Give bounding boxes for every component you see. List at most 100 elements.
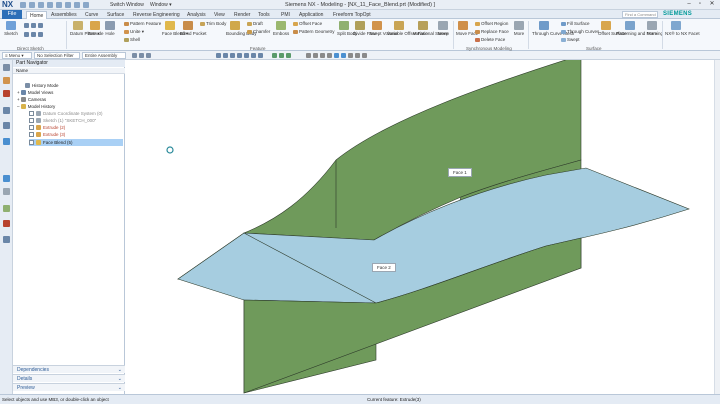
snap-center-icon[interactable] <box>230 53 235 58</box>
snap-point-on-curve-icon[interactable] <box>244 53 249 58</box>
face-rule-icon[interactable] <box>279 53 284 58</box>
zoom-icon[interactable] <box>313 53 318 58</box>
snap-midpoint-icon[interactable] <box>223 53 228 58</box>
offset-face-button[interactable]: Offset Face <box>293 21 322 26</box>
graphics-scrollbar[interactable] <box>714 60 720 394</box>
settings-icon[interactable] <box>3 64 10 71</box>
preview-panel-header[interactable]: Preview ⌄ <box>13 383 125 391</box>
nx-to-nx-facet-button[interactable]: NX® to NX Facet <box>665 21 700 36</box>
hole-button[interactable]: Hole <box>104 21 116 36</box>
select-all-icon[interactable] <box>132 53 137 58</box>
move-face-button[interactable]: Move Face <box>456 21 478 36</box>
tab-reverse-engineering[interactable]: Reverse Engineering <box>133 11 180 19</box>
tab-file[interactable]: File <box>2 10 22 19</box>
graphics-window[interactable]: Face 1 Face 2 <box>126 54 720 394</box>
draft-button[interactable]: Draft <box>247 21 263 26</box>
fit-view-icon[interactable] <box>306 53 311 58</box>
replace-face-button[interactable]: Replace Face <box>475 29 509 34</box>
work-layer-icon[interactable] <box>362 53 367 58</box>
snap-endpoint-icon[interactable] <box>216 53 221 58</box>
tab-render[interactable]: Render <box>234 11 250 19</box>
offset-region-button[interactable]: Offset Region <box>475 21 508 26</box>
command-search-input[interactable]: Find a Command <box>622 11 658 18</box>
close-icon[interactable]: ✕ <box>707 1 717 8</box>
view-orientation-icon[interactable] <box>334 53 339 58</box>
roles-icon[interactable] <box>3 220 10 227</box>
curve-rule-icon[interactable] <box>272 53 277 58</box>
face-blend-button[interactable]: Face Blend ▾ <box>162 21 188 37</box>
deselect-all-icon[interactable] <box>139 53 144 58</box>
divide-face-button[interactable]: Divide Face <box>353 21 377 36</box>
part-navigator-icon[interactable] <box>3 77 10 84</box>
sketch-button[interactable]: Sketch <box>2 21 20 36</box>
assembly-scope-select[interactable]: Entire Assembly <box>82 52 126 59</box>
body-rule-icon[interactable] <box>286 53 291 58</box>
pan-icon[interactable] <box>327 53 332 58</box>
synchronous-more-button[interactable]: More <box>513 21 525 36</box>
tab-tools[interactable]: Tools <box>258 11 270 19</box>
visibility-checkbox[interactable] <box>29 118 34 124</box>
process-studio-icon[interactable] <box>3 205 10 212</box>
history-icon[interactable] <box>3 175 10 182</box>
tab-surface[interactable]: Surface <box>107 11 124 19</box>
patterning-and-forming-button[interactable]: Patterning and Forming <box>616 21 663 36</box>
trim-body-button[interactable]: Trim Body <box>200 21 226 26</box>
chamfer-button[interactable]: Chamfer <box>247 29 270 34</box>
rectangle-icon[interactable] <box>38 23 43 28</box>
surface-more-button[interactable]: More <box>646 21 658 36</box>
filter-icon[interactable] <box>146 53 151 58</box>
tree-node-datum-csys[interactable]: Datum Coordinate System (0) <box>29 110 103 117</box>
details-panel-header[interactable]: Details ⌄ <box>13 374 125 382</box>
fill-surface-button[interactable]: Fill Surface <box>561 21 590 26</box>
tree-node-model-views[interactable]: + Model Views <box>17 89 53 96</box>
tab-home[interactable]: Home <box>26 11 48 19</box>
swept-button[interactable]: Swept <box>561 37 580 42</box>
visibility-checkbox[interactable] <box>29 111 34 117</box>
bounding-body-button[interactable]: Bounding Body <box>226 21 257 36</box>
hd3d-tools-icon[interactable] <box>3 122 10 129</box>
show-hide-icon[interactable] <box>355 53 360 58</box>
tree-node-cameras[interactable]: + Cameras <box>17 96 46 103</box>
offset-surface-button[interactable]: Offset Surface <box>598 21 627 36</box>
tree-node-model-history[interactable]: – Model History <box>17 103 55 110</box>
line-icon[interactable] <box>24 23 29 28</box>
pattern-geometry-button[interactable]: Pattern Geometry <box>293 29 335 34</box>
system-scenes-icon[interactable] <box>3 236 10 243</box>
tab-curve[interactable]: Curve <box>85 11 98 19</box>
reuse-library-icon[interactable] <box>3 107 10 114</box>
tab-view[interactable]: View <box>214 11 225 19</box>
tree-node-face-blend[interactable]: Face Blend (5) <box>29 139 123 146</box>
through-curve-mesh-button[interactable]: Through Curve Mesh <box>532 21 574 36</box>
feature-more-button[interactable]: More <box>437 21 449 36</box>
tab-application[interactable]: Application <box>299 11 323 19</box>
system-materials-icon[interactable] <box>3 188 10 195</box>
visibility-checkbox[interactable] <box>29 140 34 146</box>
arc-icon[interactable] <box>31 23 36 28</box>
tree-node-sketch[interactable]: Sketch (1) "SKETCH_000" <box>29 117 96 124</box>
snap-intersection-icon[interactable] <box>251 53 256 58</box>
tab-pmi[interactable]: PMI <box>281 11 290 19</box>
emboss-button[interactable]: Emboss <box>273 21 289 36</box>
web-browser-icon[interactable] <box>3 138 10 145</box>
tab-freeform-topopt[interactable]: Freeform TopOpt <box>333 11 371 19</box>
variational-sweep-button[interactable]: Variational Sweep <box>413 21 449 36</box>
variable-offset-face-button[interactable]: Variable Offset Face <box>387 21 428 36</box>
tab-analysis[interactable]: Analysis <box>187 11 206 19</box>
extrude-button[interactable]: Extrude <box>88 21 104 36</box>
tree-node-extrude-2[interactable]: Extrude (2) <box>29 124 65 131</box>
minimize-icon[interactable]: – <box>684 1 694 8</box>
circle-icon[interactable] <box>24 32 29 37</box>
blend-pocket-button[interactable]: Blend Pocket <box>180 21 207 36</box>
delete-face-button[interactable]: Delete Face <box>475 37 505 42</box>
model-viewport[interactable] <box>126 54 720 394</box>
polygon-icon[interactable] <box>38 32 43 37</box>
snap-existing-point-icon[interactable] <box>258 53 263 58</box>
pattern-feature-button[interactable]: Pattern Feature <box>124 21 161 26</box>
through-curves-button[interactable]: Through Curves <box>561 29 599 34</box>
restore-icon[interactable]: ▫ <box>695 1 705 8</box>
menu-dropdown[interactable]: ≡ Menu ▾ <box>2 52 32 59</box>
unite-button[interactable]: Unite ▾ <box>124 29 144 35</box>
column-header-name[interactable]: Name <box>13 68 125 74</box>
constraint-navigator-icon[interactable] <box>3 90 10 97</box>
visibility-checkbox[interactable] <box>29 125 34 131</box>
